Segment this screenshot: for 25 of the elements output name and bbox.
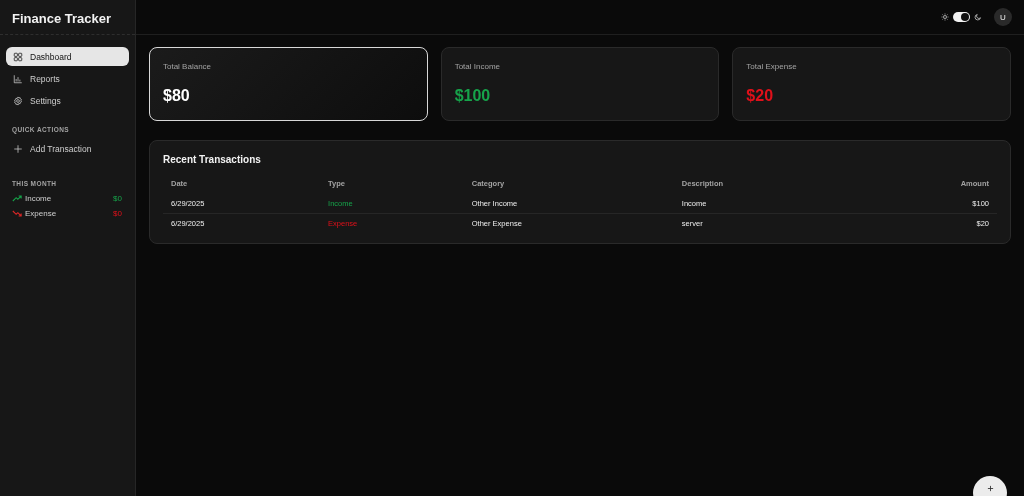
month-amount: $0 [113,194,122,203]
summary-card[interactable]: Total Income $100 [440,47,720,121]
theme-toggle[interactable] [953,12,970,22]
plus-icon [986,485,994,492]
card-label: Total Balance [163,62,213,71]
user-avatar[interactable]: U [994,8,1012,26]
add-transaction-link[interactable]: Add Transaction [6,139,129,158]
summary-card[interactable]: Total Balance $80 [149,47,428,121]
plus-icon [13,143,23,154]
card-value: $80 [163,87,191,105]
sidebar-item[interactable]: Dashboard [6,47,129,66]
sidebar-item[interactable]: Settings [6,91,129,110]
month-amount: $0 [113,209,122,218]
moon-icon [974,13,982,21]
card-value: $20 [746,87,775,105]
app-title: Finance Tracker [0,0,135,35]
sidebar-item[interactable]: Reports [6,69,129,88]
card-label: Total Income [454,62,501,71]
card-label: Total Expense [746,62,798,71]
month-label: Expense [25,209,57,218]
panel-title: Recent Transactions [163,154,262,165]
card-value: $100 [454,87,492,105]
sun-icon [941,13,949,21]
month-label: Income [25,194,52,203]
summary-card[interactable]: Total Expense $20 [732,47,1011,121]
